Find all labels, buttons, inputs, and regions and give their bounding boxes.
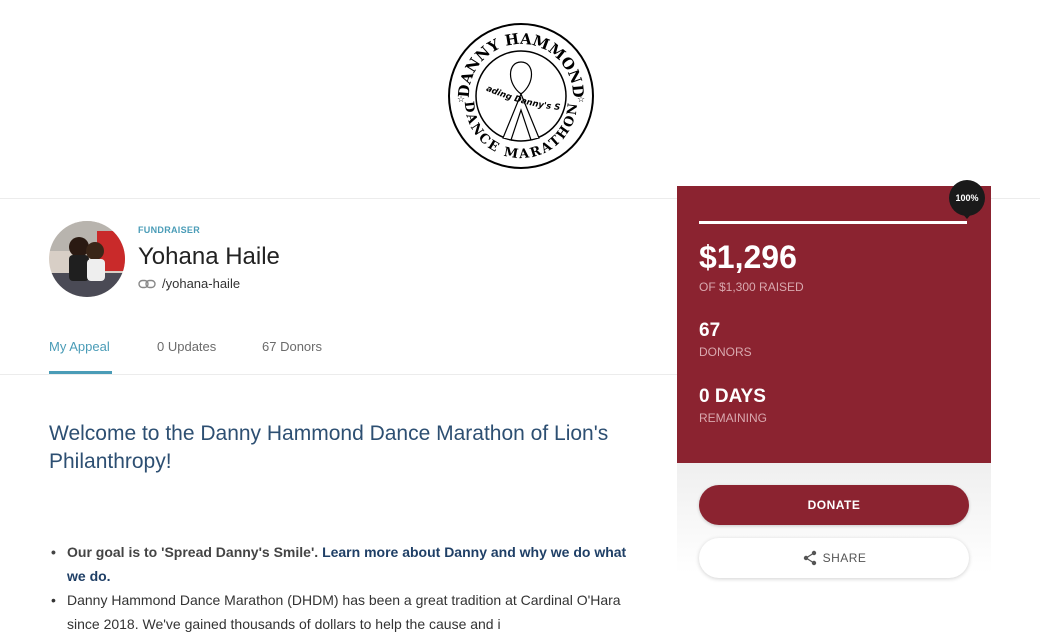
profile-role: FUNDRAISER — [138, 225, 201, 235]
donate-button[interactable]: DONATE — [699, 485, 969, 525]
event-logo: DANNY HAMMOND DANCE MARATHON Spreading D… — [447, 22, 594, 169]
profile-link[interactable]: /yohana-haile — [138, 276, 240, 291]
list-item: Our goal is to 'Spread Danny's Smile'. L… — [49, 540, 629, 588]
bullet-text: Danny Hammond Dance Marathon (DHDM) has … — [67, 592, 621, 632]
days-count: 0 DAYS — [699, 386, 766, 407]
avatar-photo — [49, 221, 125, 297]
profile-name: Yohana Haile — [138, 243, 280, 270]
tab-donors[interactable]: 67 Donors — [262, 339, 322, 354]
appeal-heading: Welcome to the Danny Hammond Dance Marat… — [49, 422, 609, 473]
progress-bar — [699, 221, 967, 224]
share-button[interactable]: SHARE — [699, 538, 969, 578]
donors-count: 67 — [699, 320, 721, 341]
action-panel: DONATE SHARE — [677, 463, 991, 620]
donors-label: DONORS — [699, 345, 752, 359]
goal-label: OF $1,300 RAISED — [699, 280, 804, 294]
tab-bar: My Appeal 0 Updates 67 Donors — [0, 335, 677, 375]
share-icon — [803, 550, 816, 566]
progress-badge-pointer — [961, 212, 973, 219]
tab-updates[interactable]: 0 Updates — [157, 339, 216, 354]
bullet-text: Our goal is to 'Spread Danny's Smile'. — [67, 544, 323, 560]
fundraising-stats-panel: 100% $1,296 OF $1,300 RAISED 67 DONORS 0… — [677, 180, 991, 463]
list-item: Danny Hammond Dance Marathon (DHDM) has … — [49, 588, 629, 636]
appeal-bullets: Our goal is to 'Spread Danny's Smile'. L… — [49, 540, 629, 636]
page-header: DANNY HAMMOND DANCE MARATHON Spreading D… — [0, 0, 1040, 199]
active-tab-indicator — [49, 371, 112, 374]
days-label: REMAINING — [699, 411, 768, 425]
svg-text:☆: ☆ — [577, 94, 585, 104]
avatar — [49, 221, 125, 297]
link-icon — [138, 279, 156, 288]
tab-my-appeal[interactable]: My Appeal — [49, 339, 110, 354]
share-label: SHARE — [822, 551, 867, 565]
progress-badge: 100% — [949, 180, 985, 216]
amount-raised: $1,296 — [699, 239, 797, 275]
svg-text:☆: ☆ — [457, 94, 465, 104]
profile-slug: /yohana-haile — [162, 276, 241, 291]
